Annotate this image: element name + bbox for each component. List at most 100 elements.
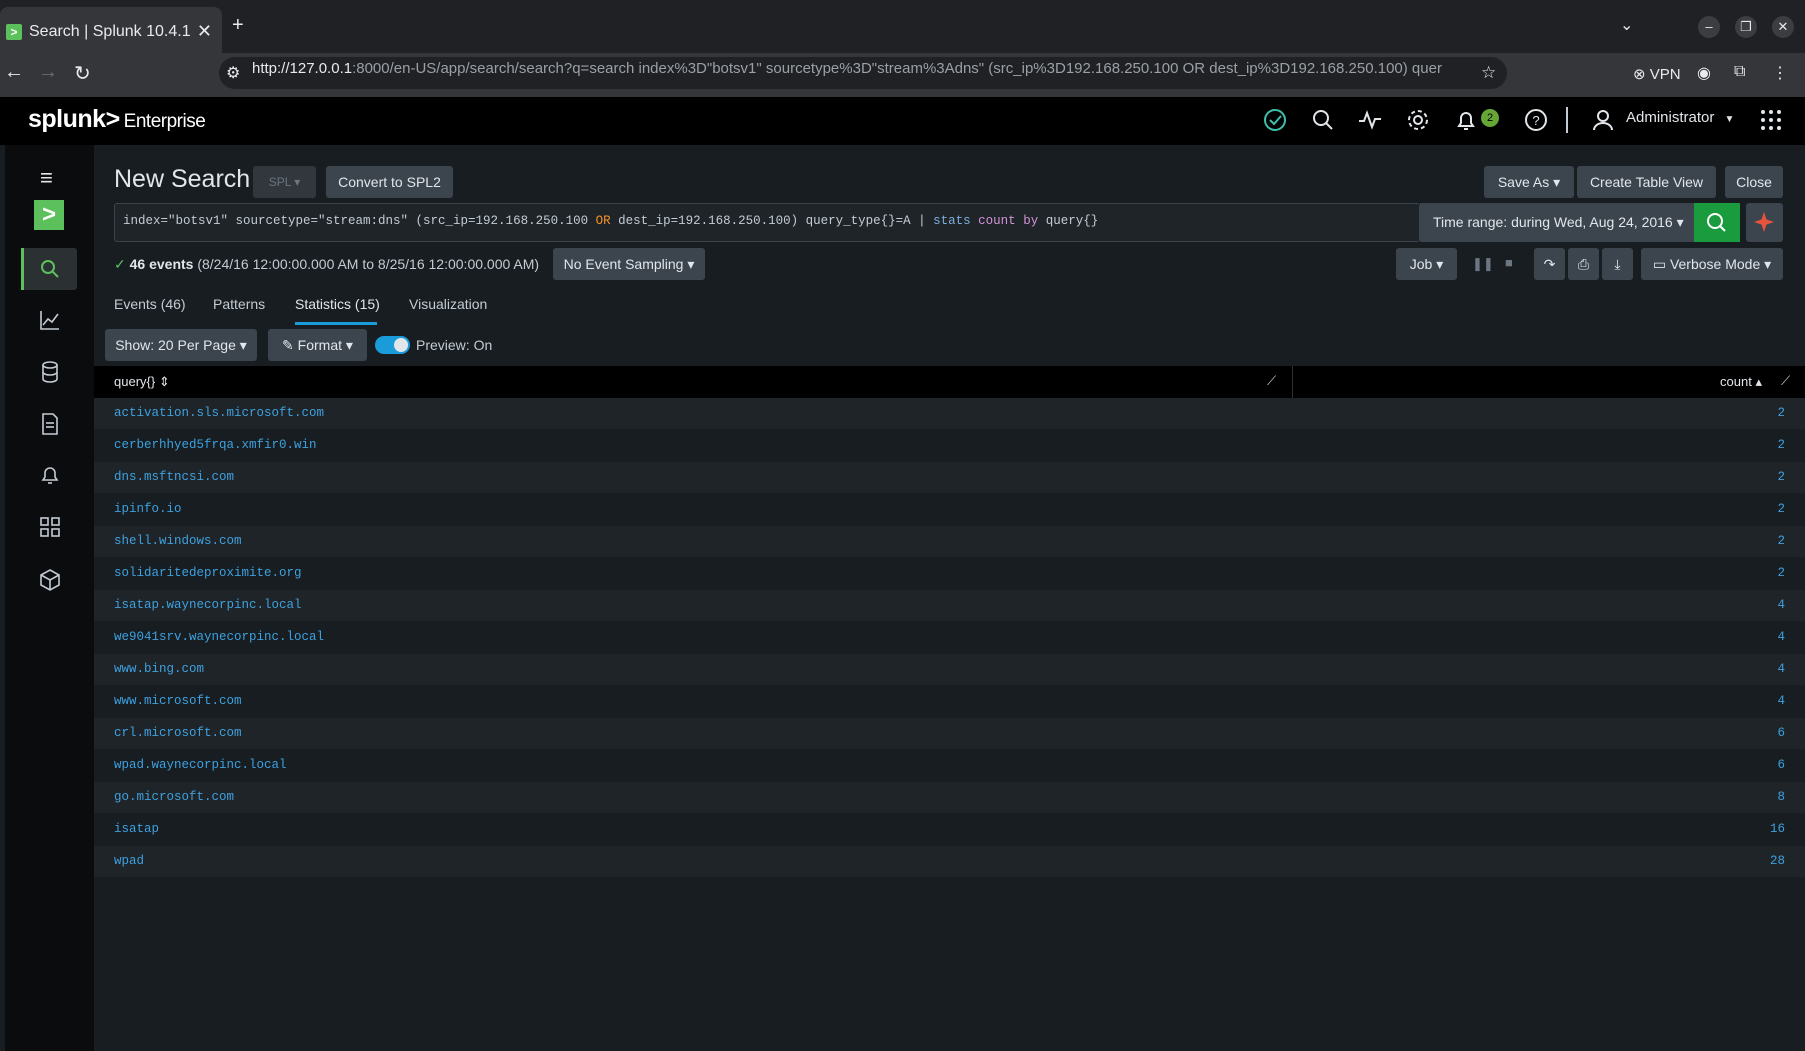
new-tab-icon[interactable]: + — [232, 14, 244, 37]
run-search-button[interactable] — [1694, 203, 1740, 242]
query-cell[interactable]: www.microsoft.com — [114, 694, 242, 708]
table-row: www.bing.com 4 — [94, 654, 1805, 686]
forward-icon[interactable]: → — [38, 61, 58, 84]
count-cell[interactable]: 4 — [1777, 598, 1785, 612]
query-cell[interactable]: ipinfo.io — [114, 502, 182, 516]
preview-toggle[interactable] — [375, 336, 410, 354]
spl-language-dropdown[interactable]: SPL ▾ — [253, 166, 316, 198]
search-app-logo-icon[interactable]: > — [34, 200, 64, 230]
edit-column-query-icon[interactable]: ⟋ — [1267, 373, 1276, 389]
ai-assistant-button[interactable] — [1746, 203, 1783, 242]
convert-to-spl2-button[interactable]: Convert to SPL2 — [326, 166, 453, 198]
reload-icon[interactable]: ↻ — [74, 61, 91, 86]
query-cell[interactable]: www.bing.com — [114, 662, 204, 676]
count-cell[interactable]: 2 — [1777, 406, 1785, 420]
export-button[interactable]: ⤓ — [1602, 248, 1633, 280]
url-text[interactable]: http://127.0.0.1:8000/en-US/app/search/s… — [252, 60, 1472, 77]
share-button[interactable]: ↷ — [1534, 248, 1565, 280]
tab-patterns[interactable]: Patterns — [213, 296, 265, 312]
count-cell[interactable]: 16 — [1770, 822, 1785, 836]
bookmark-star-icon[interactable]: ☆ — [1481, 63, 1496, 83]
svg-text:?: ? — [1532, 113, 1539, 128]
format-dropdown[interactable]: ✎ Format ▾ — [268, 329, 367, 361]
event-sampling-dropdown[interactable]: No Event Sampling ▾ — [553, 248, 705, 280]
site-info-icon[interactable]: ⚙ — [226, 63, 240, 83]
user-menu[interactable]: Administrator ▼ — [1626, 109, 1734, 126]
help-icon[interactable]: ? — [1523, 107, 1549, 133]
query-cell[interactable]: shell.windows.com — [114, 534, 242, 548]
window-close-icon[interactable]: ✕ — [1772, 16, 1794, 38]
nav-apps-icon[interactable] — [38, 515, 62, 539]
nav-reports-icon[interactable] — [38, 412, 62, 436]
count-cell[interactable]: 4 — [1777, 630, 1785, 644]
count-cell[interactable]: 2 — [1777, 534, 1785, 548]
query-cell[interactable]: crl.microsoft.com — [114, 726, 242, 740]
table-row: cerberhhyed5frqa.xmfir0.win 2 — [94, 430, 1805, 462]
browser-tab[interactable]: > Search | Splunk 10.4.1 ✕ — [0, 7, 222, 53]
extensions-icon[interactable]: ⧉ — [1734, 63, 1745, 81]
table-body: activation.sls.microsoft.com 2 cerberhhye… — [94, 398, 1805, 878]
query-cell[interactable]: solidaritedeproximite.org — [114, 566, 302, 580]
count-cell[interactable]: 8 — [1777, 790, 1785, 804]
notifications-bell-icon[interactable] — [1453, 107, 1479, 133]
vpn-indicator[interactable]: ⊗ VPN — [1633, 65, 1681, 83]
count-cell[interactable]: 6 — [1777, 726, 1785, 740]
job-dropdown[interactable]: Job ▾ — [1396, 248, 1457, 280]
search-mode-dropdown[interactable]: ▭ Verbose Mode ▾ — [1641, 248, 1783, 280]
tab-visualization[interactable]: Visualization — [409, 296, 487, 312]
table-row: dns.msftncsi.com 2 — [94, 462, 1805, 494]
query-cell[interactable]: isatap — [114, 822, 159, 836]
edit-column-count-icon[interactable]: ⟋ — [1781, 373, 1790, 389]
settings-gear-icon[interactable] — [1405, 107, 1431, 133]
stop-icon[interactable]: ■ — [1505, 255, 1513, 270]
menu-kebab-icon[interactable]: ⋮ — [1772, 63, 1788, 83]
query-cell[interactable]: we9041srv.waynecorpinc.local — [114, 630, 324, 644]
query-cell[interactable]: go.microsoft.com — [114, 790, 234, 804]
nav-search-icon[interactable] — [38, 257, 62, 281]
query-cell[interactable]: isatap.waynecorpinc.local — [114, 598, 302, 612]
count-cell[interactable]: 4 — [1777, 694, 1785, 708]
health-check-icon[interactable] — [1262, 107, 1288, 133]
query-cell[interactable]: wpad — [114, 854, 144, 868]
profile-icon[interactable]: ◉ — [1697, 63, 1711, 83]
per-page-dropdown[interactable]: Show: 20 Per Page ▾ — [105, 329, 257, 361]
count-cell[interactable]: 2 — [1777, 566, 1785, 580]
print-button[interactable]: ⎙ — [1568, 248, 1599, 280]
count-cell[interactable]: 2 — [1777, 502, 1785, 516]
query-cell[interactable]: dns.msftncsi.com — [114, 470, 234, 484]
create-table-view-button[interactable]: Create Table View — [1577, 166, 1716, 198]
nav-alerts-bell-icon[interactable] — [38, 463, 62, 487]
count-cell[interactable]: 6 — [1777, 758, 1785, 772]
time-range-picker[interactable]: Time range: during Wed, Aug 24, 2016 ▾ — [1420, 203, 1694, 242]
close-tab-icon[interactable]: ✕ — [197, 21, 212, 42]
search-icon[interactable] — [1310, 107, 1336, 133]
query-cell[interactable]: cerberhhyed5frqa.xmfir0.win — [114, 438, 317, 452]
query-cell[interactable]: wpad.waynecorpinc.local — [114, 758, 287, 772]
apps-grid-icon[interactable] — [1758, 107, 1784, 133]
splunk-logo[interactable]: splunk> Enterprise — [28, 105, 206, 134]
nav-dashboards-icon[interactable] — [38, 308, 62, 332]
tab-events[interactable]: Events (46) — [114, 296, 186, 312]
count-cell[interactable]: 2 — [1777, 438, 1785, 452]
hamburger-menu-icon[interactable]: ≡ — [40, 165, 53, 191]
user-icon[interactable] — [1590, 107, 1616, 133]
tab-list-chevron-icon[interactable]: ⌄ — [1620, 15, 1633, 35]
minimize-icon[interactable]: – — [1698, 16, 1720, 38]
table-row: www.microsoft.com 4 — [94, 686, 1805, 718]
pause-icon[interactable]: ❚❚ — [1472, 256, 1494, 272]
maximize-icon[interactable]: ❐ — [1735, 16, 1757, 38]
search-query-text[interactable]: index="botsv1" sourcetype="stream:dns" (… — [123, 214, 1098, 228]
close-button[interactable]: Close — [1725, 166, 1783, 198]
nav-datasets-icon[interactable] — [38, 360, 62, 384]
query-cell[interactable]: activation.sls.microsoft.com — [114, 406, 324, 420]
tab-statistics[interactable]: Statistics (15) — [295, 296, 380, 312]
count-cell[interactable]: 4 — [1777, 662, 1785, 676]
activity-icon[interactable] — [1357, 107, 1383, 133]
count-cell[interactable]: 28 — [1770, 854, 1785, 868]
column-header-count[interactable]: count ▴ — [1720, 374, 1762, 390]
column-header-query[interactable]: query{} ⇕ — [114, 374, 170, 390]
count-cell[interactable]: 2 — [1777, 470, 1785, 484]
save-as-button[interactable]: Save As ▾ — [1484, 166, 1574, 198]
back-icon[interactable]: ← — [4, 61, 24, 84]
nav-packages-icon[interactable] — [38, 568, 62, 592]
